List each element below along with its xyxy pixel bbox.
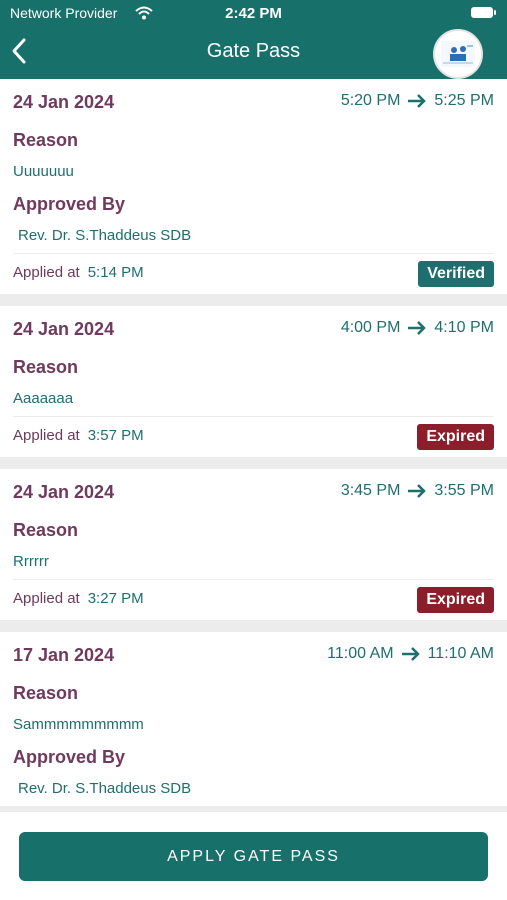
- applied-time: 3:57 PM: [87, 427, 144, 444]
- reason-value: Sammmmmmmmm: [13, 716, 144, 733]
- reason-label: Reason: [13, 357, 79, 377]
- applied-time: 5:14 PM: [87, 264, 144, 281]
- institution-logo-icon: [441, 41, 475, 67]
- pass-date: 24 Jan 2024: [13, 92, 115, 112]
- time-from: 5:20 PM: [340, 92, 401, 109]
- reason-label: Reason: [13, 520, 79, 540]
- gate-pass-list: 24 Jan 2024 5:20 PM 5:25 PM Reason Uuuuu…: [0, 79, 507, 818]
- time-from: 11:00 AM: [327, 645, 394, 662]
- time-to: 11:10 AM: [427, 645, 494, 662]
- gate-pass-card[interactable]: 17 Jan 2024 11:00 AM 11:10 AM Reason Sam…: [0, 632, 507, 806]
- applied-at-label: Applied at: [13, 264, 80, 281]
- avatar[interactable]: [433, 29, 483, 79]
- reason-label: Reason: [13, 130, 79, 150]
- approved-by-label: Approved By: [13, 747, 126, 767]
- gate-pass-card[interactable]: 24 Jan 2024 3:45 PM 3:55 PM Reason Rrrrr…: [0, 469, 507, 620]
- applied-at-label: Applied at: [13, 590, 80, 607]
- applied-row: Applied at 3:57 PM Expired: [13, 416, 494, 457]
- status-badge: Expired: [417, 587, 494, 613]
- applied-at: Applied at 3:57 PM: [13, 427, 144, 444]
- gate-pass-card[interactable]: 24 Jan 2024 5:20 PM 5:25 PM Reason Uuuuu…: [0, 79, 507, 294]
- time-range: 3:45 PM 3:55 PM: [341, 482, 494, 500]
- app-header: Network Provider 2:42 PM Gate Pass: [0, 0, 507, 79]
- approved-by-value: Rev. Dr. S.Thaddeus SDB: [18, 780, 192, 797]
- applied-row: Applied at 3:27 PM Expired: [13, 579, 494, 620]
- approved-by-label: Approved By: [13, 194, 126, 214]
- applied-at: Applied at 5:14 PM: [13, 264, 144, 281]
- time-range: 11:00 AM 11:10 AM: [327, 645, 494, 663]
- arrow-right-icon: [408, 484, 427, 498]
- time-to: 3:55 PM: [434, 482, 494, 499]
- arrow-right-icon: [408, 94, 427, 108]
- time-to: 5:25 PM: [434, 92, 494, 109]
- page-title: Gate Pass: [206, 40, 301, 62]
- nav-bar: Gate Pass: [0, 28, 507, 79]
- pass-date: 24 Jan 2024: [13, 319, 115, 339]
- applied-at: Applied at 3:27 PM: [13, 590, 144, 607]
- arrow-right-icon: [401, 647, 420, 661]
- time-from: 4:00 PM: [340, 319, 401, 336]
- applied-row: Applied at 5:14 PM Verified: [13, 253, 494, 294]
- applied-at-label: Applied at: [13, 427, 80, 444]
- approved-by-value: Rev. Dr. S.Thaddeus SDB: [18, 227, 192, 244]
- arrow-right-icon: [408, 321, 427, 335]
- reason-value: Aaaaaaa: [13, 390, 74, 407]
- status-badge: Expired: [417, 424, 494, 450]
- applied-time: 3:27 PM: [87, 590, 144, 607]
- bottom-bar: APPLY GATE PASS: [0, 812, 507, 900]
- status-badge: Verified: [418, 261, 494, 287]
- time-to: 4:10 PM: [434, 319, 494, 336]
- battery-icon: [471, 7, 496, 18]
- apply-gate-pass-button[interactable]: APPLY GATE PASS: [19, 832, 488, 881]
- pass-date: 24 Jan 2024: [13, 482, 115, 502]
- time-range: 4:00 PM 4:10 PM: [341, 319, 494, 337]
- reason-value: Uuuuuuu: [13, 163, 74, 180]
- time-range: 5:20 PM 5:25 PM: [341, 92, 494, 110]
- status-time: 2:42 PM: [225, 5, 282, 22]
- reason-value: Rrrrrr: [13, 553, 49, 570]
- pass-date: 17 Jan 2024: [13, 645, 115, 665]
- gate-pass-card[interactable]: 24 Jan 2024 4:00 PM 4:10 PM Reason Aaaaa…: [0, 306, 507, 457]
- status-bar: Network Provider 2:42 PM: [0, 0, 507, 28]
- time-from: 3:45 PM: [340, 482, 401, 499]
- reason-label: Reason: [13, 683, 79, 703]
